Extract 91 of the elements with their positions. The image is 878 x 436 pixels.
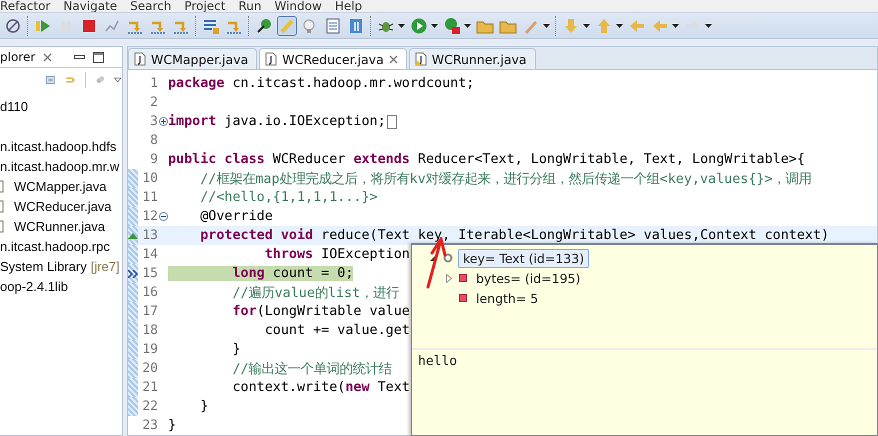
dropdown-caret-icon[interactable] bbox=[616, 24, 623, 28]
menu-item[interactable]: Refactor bbox=[0, 0, 50, 12]
line-number: 2 bbox=[149, 95, 158, 110]
brush-icon[interactable] bbox=[278, 16, 296, 34]
menu-item[interactable]: Run bbox=[238, 0, 262, 12]
line-number: 19 bbox=[141, 342, 158, 357]
view-tab[interactable]: plorer bbox=[0, 50, 36, 64]
dropdown-caret-icon[interactable] bbox=[583, 24, 590, 28]
dropdown-caret-icon[interactable] bbox=[543, 24, 550, 28]
line-number: 15 bbox=[141, 266, 158, 281]
code-line: package cn.itcast.hadoop.mr.wordcount; bbox=[168, 76, 474, 91]
tree-item[interactable]: WCReducer.java bbox=[14, 198, 112, 214]
view-menu-icon[interactable] bbox=[114, 76, 122, 84]
code-line: //输出这一个单词的统计结 bbox=[232, 360, 392, 378]
line-number: 18 bbox=[141, 323, 158, 338]
pin-icon[interactable] bbox=[255, 16, 273, 34]
code-line: public class WCReducer extends Reducer<Text, LongWritable, Text, LongWritable>{ bbox=[168, 152, 805, 167]
line-number: 17 bbox=[141, 304, 158, 319]
editor-tab[interactable]: WCRunner.java bbox=[408, 48, 536, 69]
field-icon bbox=[459, 274, 467, 282]
close-icon[interactable] bbox=[43, 52, 52, 62]
code-line: //<hello,{1,1,1,1...}> bbox=[199, 190, 378, 205]
list-icon[interactable] bbox=[324, 16, 342, 34]
code-line: } bbox=[199, 399, 208, 414]
line-number: 3 bbox=[149, 114, 158, 129]
collapsed-icon[interactable] bbox=[446, 274, 452, 282]
skip-breakpoints-icon[interactable] bbox=[4, 16, 22, 34]
code-line: throws IOException bbox=[264, 247, 410, 262]
line-number: 1 bbox=[149, 76, 158, 91]
line-number: 9 bbox=[149, 152, 158, 167]
tree-item[interactable]: n.itcast.hadoop.mr.w bbox=[0, 158, 120, 174]
code-line: count += value.get bbox=[264, 323, 410, 338]
variable-item[interactable]: key= Text (id=133) bbox=[458, 248, 590, 268]
line-number: 21 bbox=[141, 380, 158, 395]
dropdown-caret-icon[interactable] bbox=[672, 24, 679, 28]
collapse-icon[interactable] bbox=[158, 212, 168, 221]
tree-item[interactable]: n.itcast.hadoop.rpc bbox=[0, 238, 110, 254]
field-icon bbox=[459, 294, 467, 302]
dropdown-caret-icon[interactable] bbox=[705, 24, 712, 28]
variable-item[interactable]: bytes= (id=195) bbox=[472, 270, 584, 286]
expand-icon[interactable] bbox=[158, 117, 168, 126]
tree-item[interactable]: d110 bbox=[0, 98, 28, 114]
editor-tab[interactable]: WCReducer.java bbox=[259, 48, 407, 69]
run-tool-icon[interactable] bbox=[443, 16, 461, 34]
line-number: 14 bbox=[141, 247, 158, 262]
paragraph-icon[interactable] bbox=[347, 16, 365, 34]
code-line: for(LongWritable value bbox=[232, 304, 410, 319]
editor-tab[interactable]: WCMapper.java bbox=[128, 48, 258, 69]
line-number: 23 bbox=[141, 418, 158, 433]
code-line: //框架在map处理完成之后，将所有kv对缓存起来，进行分组，然后传递一个组<key,values{}>，调用 bbox=[199, 170, 812, 188]
menu-item[interactable]: Help bbox=[334, 0, 362, 12]
code-line: } bbox=[168, 418, 176, 433]
line-number: 11 bbox=[141, 190, 158, 205]
menu-item[interactable]: Navigate bbox=[63, 0, 118, 12]
line-number: 16 bbox=[141, 285, 158, 300]
folded-code-icon[interactable] bbox=[386, 114, 397, 128]
collapse-all-icon[interactable] bbox=[46, 73, 55, 87]
expanded-icon[interactable] bbox=[429, 254, 437, 262]
variable-item[interactable]: length= 5 bbox=[472, 290, 542, 306]
dropdown-caret-icon[interactable] bbox=[398, 24, 405, 28]
tree-item[interactable]: WCMapper.java bbox=[14, 178, 106, 194]
code-line: @Override bbox=[199, 209, 273, 224]
dropdown-caret-icon[interactable] bbox=[464, 24, 471, 28]
line-number: 22 bbox=[141, 399, 158, 414]
run-icon[interactable] bbox=[410, 16, 428, 34]
code-line: //遍历value的list，进行 bbox=[232, 284, 400, 302]
code-line: } bbox=[231, 342, 241, 357]
instruction-pointer-icon bbox=[128, 270, 138, 278]
tree-item[interactable]: n.itcast.hadoop.hdfs bbox=[0, 138, 116, 154]
tree-item[interactable]: oop-2.4.1lib bbox=[0, 278, 68, 294]
code-line: context.write(new Text bbox=[231, 380, 410, 395]
minimize-icon[interactable] bbox=[74, 55, 86, 59]
menu-item[interactable]: Search bbox=[130, 0, 172, 12]
line-number: 10 bbox=[141, 171, 158, 186]
dropdown-caret-icon[interactable] bbox=[431, 24, 438, 28]
line-number: 13 bbox=[141, 228, 158, 243]
menu-item[interactable]: Window bbox=[274, 0, 322, 12]
menu-item[interactable]: Project bbox=[184, 0, 226, 12]
code-line: protected void reduce(Text key, Iterable<LongWritable> values,Context context) bbox=[199, 228, 830, 243]
local-variable-icon bbox=[443, 253, 453, 263]
maximize-icon[interactable] bbox=[93, 52, 104, 62]
line-number: 20 bbox=[141, 361, 158, 376]
line-number: 8 bbox=[149, 133, 158, 148]
tree-item-decoration: [jre7] bbox=[90, 258, 120, 274]
tree-item[interactable]: System Library bbox=[0, 258, 87, 274]
tree-item[interactable]: WCRunner.java bbox=[14, 218, 106, 234]
line-number: 12 bbox=[141, 209, 158, 224]
detail-text: hello bbox=[417, 353, 458, 371]
override-icon bbox=[128, 232, 138, 238]
close-icon[interactable] bbox=[388, 54, 398, 64]
code-line: import java.io.IOException; bbox=[168, 114, 386, 129]
